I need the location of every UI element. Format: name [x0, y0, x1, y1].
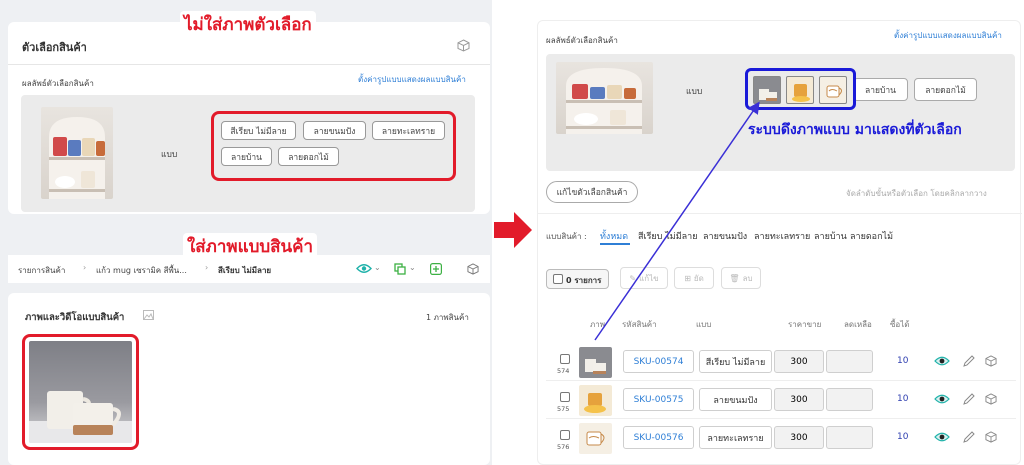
annotation-arrow	[594, 101, 760, 341]
